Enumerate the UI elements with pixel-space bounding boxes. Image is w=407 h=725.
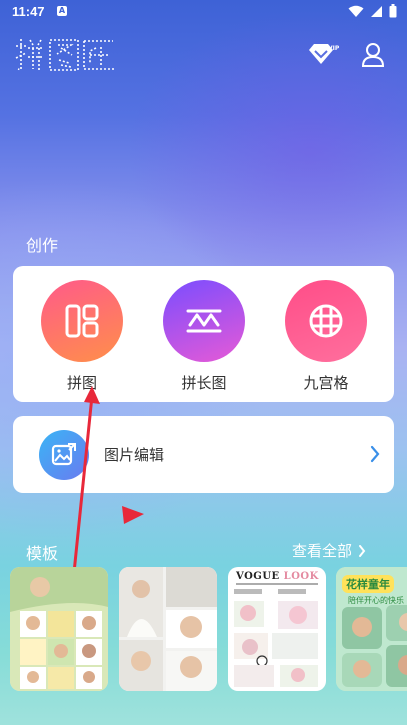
vip-label: VIP [328, 45, 340, 52]
chevron-right-icon [370, 445, 380, 463]
create-item-label: 九宫格 [303, 374, 349, 392]
template-3-preview [234, 583, 318, 687]
template-1-preview [10, 567, 108, 691]
status-time: 11:47 [12, 4, 45, 19]
image-edit-circle [39, 430, 89, 480]
profile-button[interactable] [361, 42, 385, 72]
long-stitch-icon [186, 309, 222, 333]
vip-button[interactable]: VIP [306, 43, 340, 71]
image-edit-row[interactable]: 图片编辑 [13, 416, 394, 493]
chevron-right-icon [359, 544, 366, 557]
create-section-title: 创作 [26, 236, 59, 255]
create-item-collage[interactable]: 拼图 [40, 280, 124, 392]
nine-grid-icon [309, 304, 343, 338]
wifi-icon [348, 5, 364, 17]
app-logo-mark [15, 39, 114, 71]
image-edit-icon [51, 443, 76, 466]
view-all-label: 查看全部 [292, 542, 353, 560]
signal-icon [371, 5, 382, 17]
long-stitch-circle [163, 280, 245, 362]
create-item-long-image[interactable]: 拼长图 [162, 280, 246, 392]
template-4-subtitle: 陪伴开心的快乐 [348, 596, 404, 605]
notification-icon: A [57, 6, 67, 16]
template-card[interactable]: 花样童年 陪伴开心的快乐 [336, 567, 407, 691]
battery-icon [389, 4, 397, 18]
create-item-nine-grid[interactable]: 九宫格 [284, 280, 368, 392]
create-item-label: 拼图 [66, 374, 97, 392]
collage-grid-icon [65, 304, 99, 338]
template-card[interactable] [119, 567, 217, 691]
status-bar: 11:47 A [0, 0, 407, 24]
templates-section-title: 模板 [26, 544, 59, 563]
collage-circle [41, 280, 123, 362]
nine-grid-circle [285, 280, 367, 362]
vip-diamond-icon: VIP [309, 44, 340, 64]
status-icons [348, 4, 397, 18]
user-icon [361, 43, 385, 67]
template-list: VOGUE LOOK 花样童年 陪伴开心的快乐 [10, 567, 407, 692]
template-4-title: 花样童年 [342, 575, 394, 593]
app-logo [14, 36, 116, 72]
create-card: 拼图 拼长图 九宫格 [13, 266, 394, 402]
template-2-preview [119, 567, 217, 691]
template-card[interactable] [10, 567, 108, 691]
view-all-link[interactable]: 查看全部 [292, 540, 366, 561]
create-item-label: 拼长图 [181, 374, 227, 392]
template-card[interactable]: VOGUE LOOK [228, 567, 326, 691]
image-edit-label: 图片编辑 [104, 446, 165, 464]
